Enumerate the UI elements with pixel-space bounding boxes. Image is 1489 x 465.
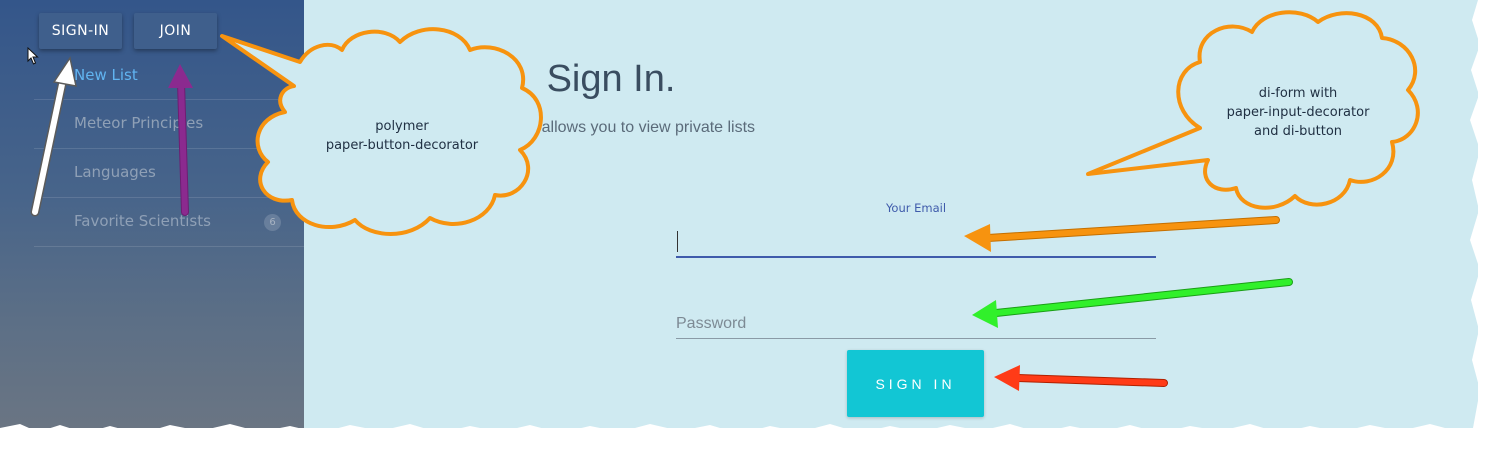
right-callout-text: di-form with paper-input-decorator and d… — [1193, 84, 1403, 141]
sign-in-button[interactable]: SIGN-IN — [39, 13, 122, 49]
left-callout-text: polymer paper-button-decorator — [302, 117, 502, 155]
page-title: Sign In. — [546, 58, 676, 100]
list-item-languages[interactable]: Languages 9 — [34, 149, 304, 198]
list-item-label: Languages — [74, 163, 156, 181]
torn-edge-shape — [0, 424, 1478, 465]
list-count-badge: 6 — [264, 214, 281, 231]
right-callout-line: and di-button — [1253, 124, 1343, 139]
sign-in-submit-button[interactable]: SIGN IN — [847, 350, 984, 417]
page-subtitle: Signing in allows you to view private li… — [466, 119, 756, 136]
list-count-badge: 9 — [264, 165, 281, 182]
left-callout-line: polymer — [375, 119, 429, 134]
text-caret — [677, 231, 678, 252]
email-field[interactable] — [676, 228, 1156, 258]
password-field[interactable] — [676, 310, 1156, 339]
email-label: Your Email — [885, 201, 947, 215]
right-callout-line: di-form with — [1258, 86, 1338, 101]
list-item-favorite-scientists[interactable]: Favorite Scientists 6 — [34, 198, 304, 247]
right-callout-line: paper-input-decorator — [1226, 105, 1370, 120]
join-button[interactable]: JOIN — [134, 13, 217, 49]
left-callout-line: paper-button-decorator — [325, 138, 479, 153]
app-screenshot: SIGN-IN JOIN New List Meteor Principles … — [0, 0, 1478, 428]
list-item-label: Favorite Scientists — [74, 212, 211, 230]
